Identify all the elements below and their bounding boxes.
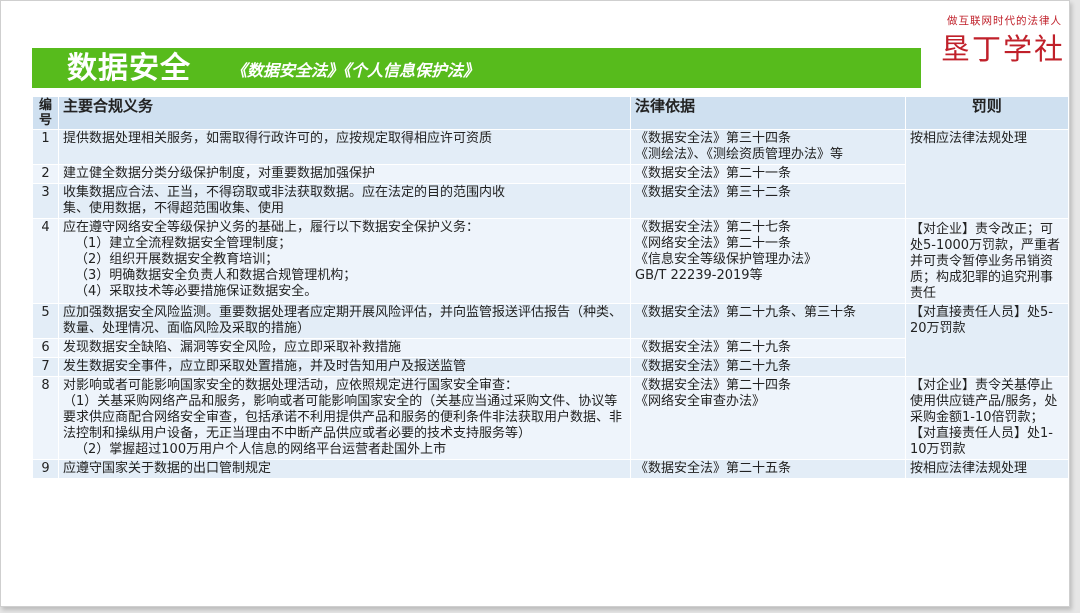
duty-sub: （3）明确数据安全负责人和数据合规管理机构； bbox=[75, 268, 357, 283]
header-basis: 法律依据 bbox=[630, 96, 906, 130]
row-duty: 建立健全数据分类分级保护制度，对重要数据加强保护 bbox=[58, 164, 631, 184]
table-row: 5 应加强数据安全风险监测。重要数据处理者应定期开展风险评估，并向监管报送评估报… bbox=[32, 303, 1068, 377]
row-num: 8 bbox=[32, 376, 59, 460]
row-duty: 应遵守国家关于数据的出口管制规定 bbox=[58, 459, 631, 478]
basis-line: 《数据安全法》第二十四条 bbox=[635, 378, 792, 393]
row-basis: 《数据安全法》第二十九条 bbox=[630, 357, 906, 377]
basis-line: 《数据安全法》第二十九条、第三十条 bbox=[635, 305, 857, 320]
duty-sub: （2）组织开展数据安全教育培训； bbox=[75, 252, 279, 267]
row-duty: 发现数据安全缺陷、漏洞等安全风险，应立即采取补救措施 bbox=[58, 338, 631, 358]
header-num: 编号 bbox=[32, 96, 59, 130]
basis-line: 《数据安全法》第二十七条 bbox=[635, 220, 792, 235]
basis-line: 《数据安全法》第二十九条 bbox=[635, 340, 792, 355]
row-basis: 《数据安全法》第二十四条 《网络安全审查办法》 bbox=[630, 376, 906, 460]
basis-line: 《数据安全法》第三十四条 bbox=[635, 131, 792, 146]
row-duty: 对影响或者可能影响国家安全的数据处理活动，应依照规定进行国家安全审查： （1）关… bbox=[58, 376, 631, 460]
table-row: 1 提供数据处理相关服务，如需取得行政许可的，应按规定取得相应许可资质 《数据安… bbox=[32, 129, 1068, 219]
row-basis: 《数据安全法》第二十五条 bbox=[630, 459, 906, 478]
duty-sub: （2）掌握超过100万用户个人信息的网络平台运营者赴国外上市 bbox=[75, 442, 447, 457]
row-penalty: 【对企业】责令改正；可处5-1000万罚款，严重者并可责令暂停业务吊销资质；构成… bbox=[905, 218, 1068, 304]
table-row: 8 对影响或者可能影响国家安全的数据处理活动，应依照规定进行国家安全审查： （1… bbox=[32, 376, 1068, 460]
slide: 数据安全 《数据安全法》《个人信息保护法》 做互联网时代的法律人 垦丁学社 编号… bbox=[0, 0, 1070, 607]
row-duty: 提供数据处理相关服务，如需取得行政许可的，应按规定取得相应许可资质 bbox=[58, 129, 631, 165]
basis-line: 《测绘法》、《测绘资质管理办法》等 bbox=[635, 147, 844, 162]
logo-tagline: 做互联网时代的法律人 bbox=[947, 15, 1062, 27]
compliance-table: 编号 主要合规义务 法律依据 罚则 1 提供数据处理相关服务，如需取得行政许可的… bbox=[32, 96, 1068, 478]
row-num: 3 bbox=[32, 183, 59, 219]
basis-line: 《网络安全审查办法》 bbox=[635, 394, 766, 409]
row-basis: 《数据安全法》第二十一条 bbox=[630, 164, 906, 184]
duty-main: 对影响或者可能影响国家安全的数据处理活动，应依照规定进行国家安全审查： bbox=[63, 378, 519, 393]
row-num: 9 bbox=[32, 459, 59, 478]
row-duty: 收集数据应合法、正当，不得窃取或非法获取数据。应在法定的目的范围内收集、使用数据… bbox=[58, 183, 631, 219]
penalty-line: 【对直接责任人员】处1-10万罚款 bbox=[910, 426, 1053, 457]
row-penalty: 【对直接责任人员】处5-20万罚款 bbox=[905, 303, 1068, 377]
row-num: 5 bbox=[32, 303, 59, 339]
page-subtitle: 《数据安全法》《个人信息保护法》 bbox=[231, 61, 480, 80]
page-title: 数据安全 bbox=[67, 51, 191, 86]
basis-line: 《数据安全法》第三十二条 bbox=[635, 185, 792, 200]
row-basis: 《数据安全法》第二十九条 bbox=[630, 338, 906, 358]
row-duty: 发生数据安全事件，应立即采取处置措施，并及时告知用户及报送监管 bbox=[58, 357, 631, 377]
basis-line: 《数据安全法》第二十九条 bbox=[635, 359, 792, 374]
row-basis: 《数据安全法》第三十二条 bbox=[630, 183, 906, 219]
row-num: 1 bbox=[32, 129, 59, 165]
table-row: 4 应在遵守网络安全等级保护义务的基础上，履行以下数据安全保护义务： （1）建立… bbox=[32, 218, 1068, 304]
basis-line: 《数据安全法》第二十一条 bbox=[635, 166, 792, 181]
duty-sub: （4）采取技术等必要措施保证数据安全。 bbox=[75, 284, 318, 299]
row-basis: 《数据安全法》第三十四条 《测绘法》、《测绘资质管理办法》等 bbox=[630, 129, 906, 165]
row-penalty: 【对企业】责令关基停止使用供应链产品/服务，处采购金额1-10倍罚款； 【对直接… bbox=[905, 376, 1068, 460]
row-penalty: 按相应法律法规处理 bbox=[905, 459, 1068, 478]
basis-line: 《网络安全法》第二十一条 bbox=[635, 236, 792, 251]
row-num: 7 bbox=[32, 357, 59, 377]
table-header-row: 编号 主要合规义务 法律依据 罚则 bbox=[32, 96, 1068, 130]
row-duty: 应在遵守网络安全等级保护义务的基础上，履行以下数据安全保护义务： （1）建立全流… bbox=[58, 218, 631, 304]
duty-sub: （1）关基采购网络产品和服务，影响或者可能影响国家安全的（关基应当通过采购文件、… bbox=[63, 394, 623, 441]
row-penalty: 按相应法律法规处理 bbox=[905, 129, 1068, 219]
row-duty: 应加强数据安全风险监测。重要数据处理者应定期开展风险评估，并向监管报送评估报告（… bbox=[58, 303, 631, 339]
row-basis: 《数据安全法》第二十七条 《网络安全法》第二十一条 《信息安全等级保护管理办法》… bbox=[630, 218, 906, 304]
duty-sub: （1）建立全流程数据安全管理制度； bbox=[75, 236, 292, 251]
row-num: 6 bbox=[32, 338, 59, 358]
basis-line: 《数据安全法》第二十五条 bbox=[635, 461, 792, 476]
basis-line: 《信息安全等级保护管理办法》 bbox=[635, 252, 818, 267]
logo: 垦丁学社 bbox=[941, 32, 1066, 66]
duty-main: 应在遵守网络安全等级保护义务的基础上，履行以下数据安全保护义务： bbox=[63, 220, 480, 235]
basis-line: GB/T 22239-2019等 bbox=[635, 268, 763, 283]
row-num: 4 bbox=[32, 218, 59, 304]
table-row: 9 应遵守国家关于数据的出口管制规定 《数据安全法》第二十五条 按相应法律法规处… bbox=[32, 459, 1068, 478]
row-num: 2 bbox=[32, 164, 59, 184]
row-basis: 《数据安全法》第二十九条、第三十条 bbox=[630, 303, 906, 339]
header-duty: 主要合规义务 bbox=[58, 96, 631, 130]
header-penalty: 罚则 bbox=[905, 96, 1068, 130]
penalty-line: 【对企业】责令关基停止使用供应链产品/服务，处采购金额1-10倍罚款； bbox=[910, 378, 1058, 425]
